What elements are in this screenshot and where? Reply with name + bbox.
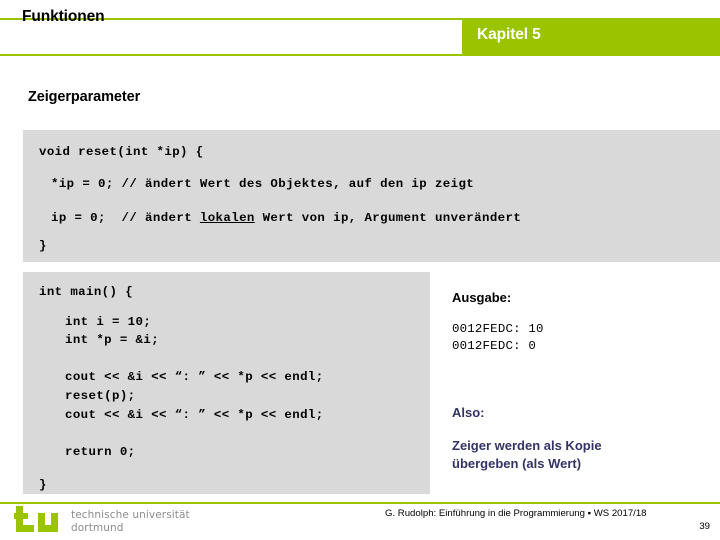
output-line: 0012FEDC: 0	[452, 339, 536, 353]
tu-dortmund-logo: technische universität dortmund	[14, 506, 214, 536]
conclusion-heading: Also:	[452, 405, 485, 420]
logo-line-technische-universitaet: technische universität	[71, 509, 190, 521]
code-line: return 0;	[65, 445, 136, 459]
output-line: 0012FEDC: 10	[452, 322, 544, 336]
code-line: int main() {	[39, 285, 134, 299]
code-line: int *p = &i;	[65, 333, 160, 347]
logo-line-dortmund: dortmund	[71, 522, 124, 534]
code-block-main-function: int main() { int i = 10; int *p = &i; co…	[23, 272, 430, 494]
code-line: ip = 0; // ändert lokalen Wert von ip, A…	[51, 211, 522, 225]
code-line: void reset(int *ip) {	[39, 145, 204, 159]
code-line: }	[39, 478, 47, 492]
page-number: 39	[699, 521, 710, 532]
conclusion-line: übergeben (als Wert)	[452, 456, 582, 471]
tu-logo-mark-icon	[14, 506, 58, 532]
footer-divider	[0, 502, 720, 504]
footer-credit: G. Rudolph: Einführung in die Programmie…	[385, 508, 647, 519]
chapter-label: Kapitel 5	[477, 26, 541, 43]
conclusion-line: Zeiger werden als Kopie	[452, 438, 602, 453]
code-line: *ip = 0; // ändert Wert des Objektes, au…	[51, 177, 475, 191]
slide-header-bar	[0, 18, 720, 56]
code-line: cout << &i << “: ” << *p << endl;	[65, 370, 324, 384]
page-title: Funktionen	[22, 8, 105, 25]
code-line: cout << &i << “: ” << *p << endl;	[65, 408, 324, 422]
code-emphasis-lokalen: lokalen	[199, 211, 255, 225]
section-heading: Zeigerparameter	[28, 89, 141, 105]
code-line: }	[39, 239, 47, 253]
output-heading: Ausgabe:	[452, 290, 512, 305]
code-line: int i = 10;	[65, 315, 152, 329]
code-line: reset(p);	[65, 389, 136, 403]
code-block-reset-function: void reset(int *ip) { *ip = 0; // ändert…	[23, 130, 720, 262]
